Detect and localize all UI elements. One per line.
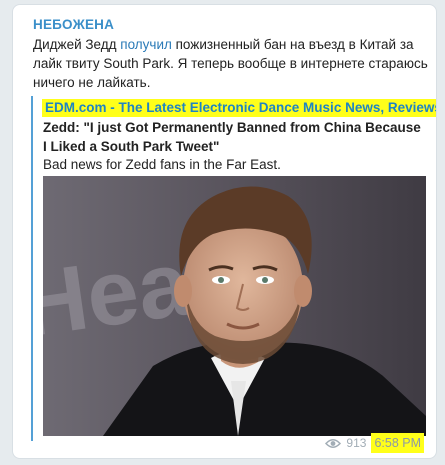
message-text: Диджей Зедд получил пожизненный бан на в… xyxy=(33,35,428,92)
right-iris xyxy=(262,277,268,283)
views-icon xyxy=(325,438,342,449)
right-ear xyxy=(294,275,312,307)
channel-name[interactable]: НЕБОЖЕНА xyxy=(33,17,114,32)
message-footer: 913 6:58 PM xyxy=(325,433,424,453)
preview-title: Zedd: "I just Got Permanently Banned fro… xyxy=(43,120,421,154)
preview-description: Bad news for Zedd fans in the Far East. xyxy=(43,157,281,172)
link-preview[interactable]: EDM.com - The Latest Electronic Dance Mu… xyxy=(31,96,436,441)
preview-site-name[interactable]: EDM.com - The Latest Electronic Dance Mu… xyxy=(42,99,436,117)
preview-photo-illustration: Hear xyxy=(43,176,426,436)
message-link[interactable]: получил xyxy=(120,37,172,52)
views-count: 913 xyxy=(346,436,367,450)
left-iris xyxy=(218,277,224,283)
preview-photo[interactable]: Hear xyxy=(43,176,426,436)
left-ear xyxy=(174,275,192,307)
message-time: 6:58 PM xyxy=(371,433,424,453)
message-text-part-1: Диджей Зедд xyxy=(33,37,121,52)
message-bubble: НЕБОЖЕНА Диджей Зедд получил пожизненный… xyxy=(12,4,437,459)
